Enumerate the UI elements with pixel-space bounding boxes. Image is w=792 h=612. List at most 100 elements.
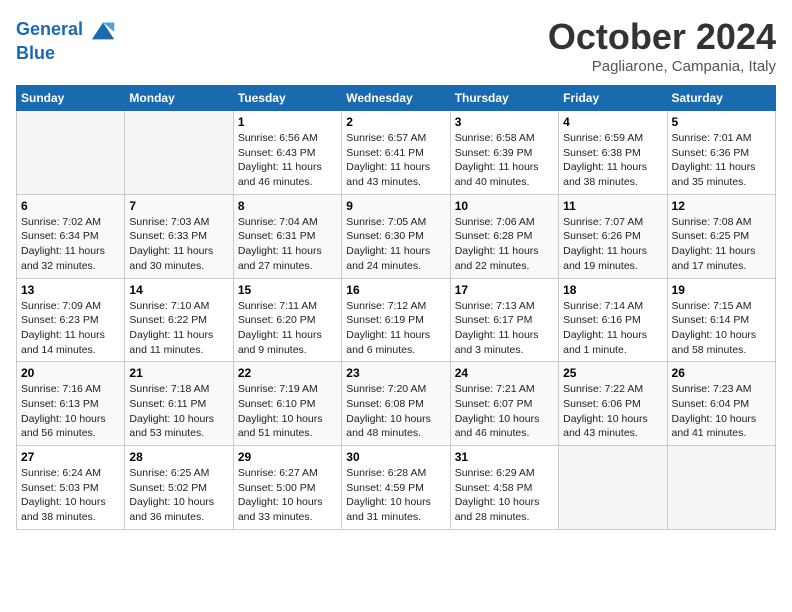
day-number: 8 — [238, 199, 337, 213]
logo-general: General — [16, 19, 83, 39]
calendar-cell: 10 Sunrise: 7:06 AM Sunset: 6:28 PM Dayli… — [450, 194, 558, 278]
day-number: 10 — [455, 199, 554, 213]
calendar-cell: 28 Sunrise: 6:25 AM Sunset: 5:02 PM Dayli… — [125, 446, 233, 530]
calendar-cell: 6Sunrise: 7:02 AM Sunset: 6:34 PM Daylig… — [17, 194, 125, 278]
calendar-cell: 25 Sunrise: 7:22 AM Sunset: 6:06 PM Dayli… — [559, 362, 667, 446]
day-info: Sunrise: 6:27 AM Sunset: 5:00 PM Dayligh… — [238, 466, 337, 525]
day-info: Sunrise: 6:24 AM Sunset: 5:03 PM Dayligh… — [21, 466, 120, 525]
calendar-cell: 1Sunrise: 6:56 AM Sunset: 6:43 PM Daylig… — [233, 111, 341, 195]
calendar-cell: 26 Sunrise: 7:23 AM Sunset: 6:04 PM Dayli… — [667, 362, 775, 446]
calendar-table: SundayMondayTuesdayWednesdayThursdayFrid… — [16, 85, 776, 530]
calendar-cell: 14Sunrise: 7:10 AM Sunset: 6:22 PM Dayli… — [125, 278, 233, 362]
day-number: 19 — [672, 283, 771, 297]
day-number: 15 — [238, 283, 337, 297]
week-row-4: 20Sunrise: 7:16 AM Sunset: 6:13 PM Dayli… — [17, 362, 776, 446]
calendar-cell: 31 Sunrise: 6:29 AM Sunset: 4:58 PM Dayli… — [450, 446, 558, 530]
day-number: 29 — [238, 450, 337, 464]
day-info: Sunrise: 6:28 AM Sunset: 4:59 PM Dayligh… — [346, 466, 445, 525]
day-info: Sunrise: 7:08 AM Sunset: 6:25 PM Dayligh… — [672, 215, 771, 274]
day-info: Sunrise: 7:20 AM Sunset: 6:08 PM Dayligh… — [346, 382, 445, 441]
day-number: 18 — [563, 283, 662, 297]
weekday-header-row: SundayMondayTuesdayWednesdayThursdayFrid… — [17, 86, 776, 111]
weekday-header-tuesday: Tuesday — [233, 86, 341, 111]
day-info: Sunrise: 7:15 AM Sunset: 6:14 PM Dayligh… — [672, 299, 771, 358]
day-number: 7 — [129, 199, 228, 213]
day-info: Sunrise: 7:19 AM Sunset: 6:10 PM Dayligh… — [238, 382, 337, 441]
calendar-cell: 3 Sunrise: 6:58 AM Sunset: 6:39 PM Daylig… — [450, 111, 558, 195]
day-number: 5 — [672, 115, 771, 129]
day-info: Sunrise: 6:29 AM Sunset: 4:58 PM Dayligh… — [455, 466, 554, 525]
day-number: 9 — [346, 199, 445, 213]
day-info: Sunrise: 7:21 AM Sunset: 6:07 PM Dayligh… — [455, 382, 554, 441]
day-info: Sunrise: 7:14 AM Sunset: 6:16 PM Dayligh… — [563, 299, 662, 358]
calendar-cell: 9Sunrise: 7:05 AM Sunset: 6:30 PM Daylig… — [342, 194, 450, 278]
day-number: 2 — [346, 115, 445, 129]
week-row-1: 1Sunrise: 6:56 AM Sunset: 6:43 PM Daylig… — [17, 111, 776, 195]
page-header: General Blue October 2024 Pagliarone, Ca… — [16, 16, 776, 75]
calendar-cell: 15 Sunrise: 7:11 AM Sunset: 6:20 PM Dayli… — [233, 278, 341, 362]
logo-blue: Blue — [16, 44, 118, 64]
day-number: 25 — [563, 366, 662, 380]
day-number: 6 — [21, 199, 120, 213]
week-row-5: 27 Sunrise: 6:24 AM Sunset: 5:03 PM Dayli… — [17, 446, 776, 530]
calendar-cell: 27 Sunrise: 6:24 AM Sunset: 5:03 PM Dayli… — [17, 446, 125, 530]
weekday-header-saturday: Saturday — [667, 86, 775, 111]
calendar-cell: 12 Sunrise: 7:08 AM Sunset: 6:25 PM Dayli… — [667, 194, 775, 278]
day-info: Sunrise: 6:59 AM Sunset: 6:38 PM Dayligh… — [563, 131, 662, 190]
day-number: 30 — [346, 450, 445, 464]
day-info: Sunrise: 6:56 AM Sunset: 6:43 PM Dayligh… — [238, 131, 337, 190]
day-number: 12 — [672, 199, 771, 213]
day-number: 31 — [455, 450, 554, 464]
weekday-header-friday: Friday — [559, 86, 667, 111]
calendar-cell: 5Sunrise: 7:01 AM Sunset: 6:36 PM Daylig… — [667, 111, 775, 195]
calendar-cell: 17 Sunrise: 7:13 AM Sunset: 6:17 PM Dayli… — [450, 278, 558, 362]
day-number: 26 — [672, 366, 771, 380]
day-info: Sunrise: 7:22 AM Sunset: 6:06 PM Dayligh… — [563, 382, 662, 441]
calendar-cell: 11 Sunrise: 7:07 AM Sunset: 6:26 PM Dayli… — [559, 194, 667, 278]
day-number: 4 — [563, 115, 662, 129]
day-info: Sunrise: 7:09 AM Sunset: 6:23 PM Dayligh… — [21, 299, 120, 358]
weekday-header-wednesday: Wednesday — [342, 86, 450, 111]
location: Pagliarone, Campania, Italy — [548, 58, 776, 75]
day-number: 3 — [455, 115, 554, 129]
day-info: Sunrise: 7:23 AM Sunset: 6:04 PM Dayligh… — [672, 382, 771, 441]
day-info: Sunrise: 7:11 AM Sunset: 6:20 PM Dayligh… — [238, 299, 337, 358]
calendar-cell: 24Sunrise: 7:21 AM Sunset: 6:07 PM Dayli… — [450, 362, 558, 446]
day-number: 11 — [563, 199, 662, 213]
calendar-cell: 22 Sunrise: 7:19 AM Sunset: 6:10 PM Dayli… — [233, 362, 341, 446]
day-number: 14 — [129, 283, 228, 297]
day-info: Sunrise: 7:07 AM Sunset: 6:26 PM Dayligh… — [563, 215, 662, 274]
day-number: 22 — [238, 366, 337, 380]
day-info: Sunrise: 7:03 AM Sunset: 6:33 PM Dayligh… — [129, 215, 228, 274]
title-block: October 2024 Pagliarone, Campania, Italy — [548, 16, 776, 75]
day-number: 21 — [129, 366, 228, 380]
day-info: Sunrise: 7:13 AM Sunset: 6:17 PM Dayligh… — [455, 299, 554, 358]
day-number: 13 — [21, 283, 120, 297]
calendar-cell: 2Sunrise: 6:57 AM Sunset: 6:41 PM Daylig… — [342, 111, 450, 195]
day-number: 27 — [21, 450, 120, 464]
day-info: Sunrise: 7:04 AM Sunset: 6:31 PM Dayligh… — [238, 215, 337, 274]
calendar-cell: 19 Sunrise: 7:15 AM Sunset: 6:14 PM Dayli… — [667, 278, 775, 362]
week-row-2: 6Sunrise: 7:02 AM Sunset: 6:34 PM Daylig… — [17, 194, 776, 278]
calendar-cell: 18 Sunrise: 7:14 AM Sunset: 6:16 PM Dayli… — [559, 278, 667, 362]
week-row-3: 13 Sunrise: 7:09 AM Sunset: 6:23 PM Dayli… — [17, 278, 776, 362]
calendar-cell: 29 Sunrise: 6:27 AM Sunset: 5:00 PM Dayli… — [233, 446, 341, 530]
day-number: 28 — [129, 450, 228, 464]
day-info: Sunrise: 7:18 AM Sunset: 6:11 PM Dayligh… — [129, 382, 228, 441]
day-info: Sunrise: 6:58 AM Sunset: 6:39 PM Dayligh… — [455, 131, 554, 190]
weekday-header-thursday: Thursday — [450, 86, 558, 111]
day-info: Sunrise: 7:06 AM Sunset: 6:28 PM Dayligh… — [455, 215, 554, 274]
calendar-cell — [559, 446, 667, 530]
calendar-cell: 16 Sunrise: 7:12 AM Sunset: 6:19 PM Dayli… — [342, 278, 450, 362]
day-info: Sunrise: 7:16 AM Sunset: 6:13 PM Dayligh… — [21, 382, 120, 441]
day-number: 17 — [455, 283, 554, 297]
calendar-cell — [17, 111, 125, 195]
logo-text: General — [16, 16, 118, 44]
day-number: 23 — [346, 366, 445, 380]
calendar-cell — [667, 446, 775, 530]
day-info: Sunrise: 6:25 AM Sunset: 5:02 PM Dayligh… — [129, 466, 228, 525]
calendar-cell: 4 Sunrise: 6:59 AM Sunset: 6:38 PM Daylig… — [559, 111, 667, 195]
logo-icon — [90, 16, 118, 44]
day-info: Sunrise: 7:12 AM Sunset: 6:19 PM Dayligh… — [346, 299, 445, 358]
day-number: 16 — [346, 283, 445, 297]
